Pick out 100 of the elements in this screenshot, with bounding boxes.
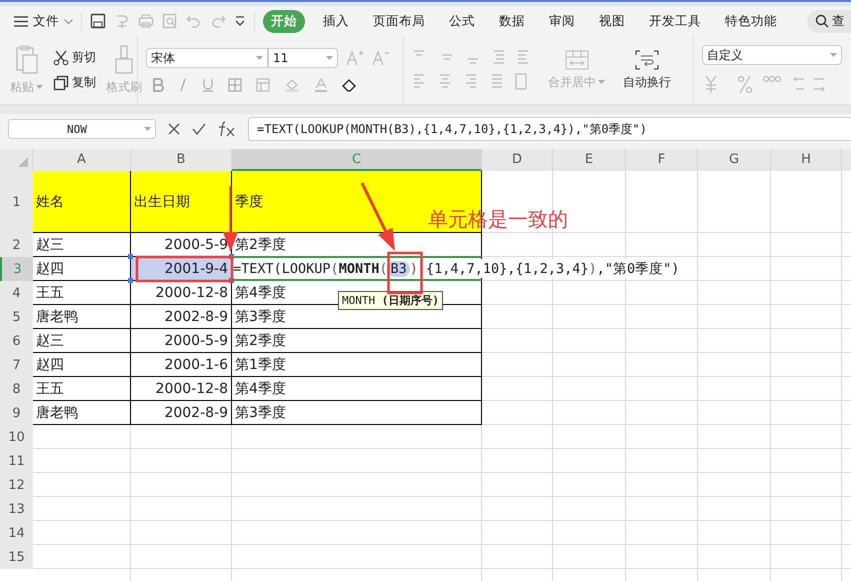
borders-icon[interactable]: [228, 78, 242, 92]
scissors-icon: [53, 50, 69, 66]
italic-icon[interactable]: [178, 78, 188, 92]
table-cell: 2000-12-8: [156, 380, 228, 396]
table-cell: 唐老鸭: [36, 308, 78, 326]
underline-icon[interactable]: [202, 78, 214, 92]
row-header[interactable]: 7: [0, 353, 33, 377]
function-icon[interactable]: [218, 121, 236, 137]
selection-handle[interactable]: [128, 254, 133, 259]
row-header[interactable]: 6: [0, 329, 33, 353]
table-cell: 唐老鸭: [36, 404, 78, 422]
table-cell: 王五: [36, 284, 64, 302]
copy-button[interactable]: 复制: [53, 74, 96, 91]
row-header[interactable]: 14: [0, 521, 33, 545]
ribbon-tab[interactable]: 数据: [493, 10, 531, 32]
table-cell: 赵四: [36, 260, 64, 278]
table-cell: 赵四: [36, 356, 64, 374]
increase-font-icon[interactable]: [346, 50, 364, 66]
caret-icon: [598, 80, 605, 84]
caret-icon: [326, 56, 333, 60]
table-cell: 2000-5-9: [164, 332, 228, 348]
row-header[interactable]: 11: [0, 449, 33, 473]
highlight-box: [387, 252, 423, 294]
row-header[interactable]: 5: [0, 305, 33, 329]
wrap-text-button[interactable]: 自动换行: [621, 48, 673, 92]
row-header[interactable]: 15: [0, 545, 33, 569]
export-icon[interactable]: [114, 13, 130, 29]
fill-color-icon[interactable]: [284, 78, 300, 92]
selection-handle[interactable]: [128, 278, 133, 283]
row-header[interactable]: 13: [0, 497, 33, 521]
row-header[interactable]: 4: [0, 281, 33, 305]
caret-icon: [36, 85, 43, 89]
table-cell: 2000-5-9: [164, 236, 228, 252]
font-color-icon[interactable]: [314, 78, 328, 92]
undo-icon[interactable]: [186, 13, 202, 29]
row-header[interactable]: 10: [0, 425, 33, 449]
redo-icon[interactable]: [210, 13, 226, 29]
cancel-icon[interactable]: [168, 123, 180, 135]
table-cell: 第3季度: [235, 404, 286, 422]
function-tooltip: MONTH (日期序号): [338, 291, 443, 310]
table-cell: 2001-9-4: [164, 260, 228, 276]
formula-field[interactable]: =TEXT(LOOKUP(MONTH(B3),{1,4,7,10},{1,2,3,4}),"第0季度"): [248, 117, 851, 141]
table-cell: 第4季度: [235, 284, 286, 302]
table-cell: 第3季度: [235, 308, 286, 326]
ribbon-tab[interactable]: 视图: [593, 10, 631, 32]
decrease-font-icon[interactable]: [372, 50, 390, 66]
confirm-icon[interactable]: [192, 123, 206, 135]
caret-icon: [256, 56, 263, 60]
table-cell: 赵三: [36, 332, 64, 350]
table-cell: 2002-8-9: [164, 308, 228, 324]
caret-icon: [144, 127, 151, 131]
table-cell: 第1季度: [235, 356, 286, 374]
table-cell: 赵三: [36, 236, 64, 254]
table-cell: 出生日期: [134, 192, 190, 210]
row-header[interactable]: 12: [0, 473, 33, 497]
table-cell: 第2季度: [235, 236, 286, 254]
ribbon-tab[interactable]: 审阅: [543, 10, 581, 32]
print-preview-icon[interactable]: [162, 13, 178, 29]
ribbon-tab[interactable]: 开发工具: [643, 10, 707, 32]
table-cell: 第2季度: [235, 332, 286, 350]
row-header[interactable]: 1: [0, 171, 33, 233]
row-header[interactable]: 2: [0, 233, 33, 257]
table-cell: 第4季度: [235, 380, 286, 398]
save-icon[interactable]: [90, 13, 106, 29]
search-field[interactable]: 查: [807, 10, 851, 32]
table-cell: 王五: [36, 380, 64, 398]
row-header[interactable]: 9: [0, 401, 33, 425]
select-all-icon[interactable]: [18, 157, 28, 167]
table-cell: 姓名: [36, 192, 64, 210]
table-cell: 2002-8-9: [164, 404, 228, 420]
table-cell: 季度: [235, 192, 263, 210]
selection-handle[interactable]: [229, 254, 234, 259]
copy-icon: [53, 74, 69, 90]
arrow: [360, 182, 395, 251]
brush-icon: [113, 44, 135, 74]
customize-icon[interactable]: [234, 15, 246, 27]
row-header[interactable]: 8: [0, 377, 33, 401]
caret-icon: [64, 18, 73, 24]
cell-editor[interactable]: =TEXT(LOOKUP(MONTH( B3 ),{1,4,7,10},{1,2,3,4}),"第0季度"): [233, 259, 680, 278]
font-size-field[interactable]: 11: [268, 48, 338, 68]
cut-button[interactable]: 剪切: [53, 49, 96, 66]
bold-icon[interactable]: [152, 78, 164, 92]
table-cell: 2000-1-6: [164, 356, 228, 372]
file-menu[interactable]: 文件: [14, 12, 73, 30]
search-icon: [815, 14, 829, 28]
table-cell: 2000-12-8: [156, 284, 228, 300]
ribbon-tab[interactable]: 公式: [443, 10, 481, 32]
wrap-text-icon: [635, 50, 659, 70]
ribbon-tab[interactable]: 页面布局: [367, 10, 431, 32]
cell-style-icon[interactable]: [256, 78, 270, 92]
caret-icon: [830, 53, 837, 57]
merge-cells-icon: [564, 50, 588, 70]
clipboard-icon: [14, 44, 38, 74]
font-name-field[interactable]: 宋体: [146, 48, 268, 68]
ribbon-tab[interactable]: 插入: [317, 10, 355, 32]
name-box[interactable]: NOW: [8, 119, 156, 139]
number-format-field[interactable]: 自定义: [702, 45, 842, 65]
menu-icon: [14, 16, 28, 26]
print-icon[interactable]: [138, 13, 154, 29]
ribbon-tab[interactable]: 特色功能: [719, 10, 783, 32]
